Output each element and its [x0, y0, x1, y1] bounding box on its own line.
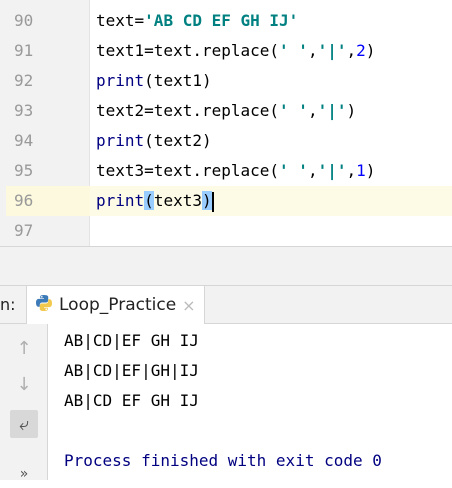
code-token: print	[96, 131, 145, 150]
code-line[interactable]: print(text3)	[96, 186, 214, 216]
code-token: (text2)	[144, 131, 212, 150]
console-line: AB|CD|EF GH IJ	[64, 331, 199, 350]
console-line: AB|CD|EF|GH|IJ	[64, 361, 199, 380]
code-token: text=	[96, 11, 145, 30]
scroll-up-icon[interactable]: ↑	[10, 334, 38, 362]
code-token: ,	[307, 101, 318, 120]
code-token: '|'	[317, 101, 347, 120]
line-number: 94	[14, 131, 34, 150]
text-caret	[211, 191, 214, 212]
exit-status-line: Process finished with exit code 0	[64, 451, 382, 470]
code-token: print	[96, 191, 145, 210]
code-token: 2	[356, 41, 366, 60]
code-line[interactable]: print(text1)	[96, 66, 212, 96]
code-token: text3	[153, 191, 202, 210]
line-number: 92	[14, 71, 34, 90]
python-icon	[35, 294, 53, 316]
code-token: ,	[307, 41, 318, 60]
line-number: 95	[14, 161, 34, 180]
run-toolbar: ↑ ↓ ⤶ »	[0, 324, 48, 482]
close-icon[interactable]: ×	[182, 296, 195, 315]
run-tool-window-header: n: Loop_Practice ×	[0, 286, 452, 324]
line-number: 96	[14, 191, 34, 210]
code-token: print	[96, 71, 145, 90]
code-line[interactable]: text1=text.replace(' ','|',2)	[96, 36, 375, 66]
code-token: )	[346, 101, 357, 120]
soft-wrap-icon[interactable]: ⤶	[10, 410, 38, 438]
code-token: ' '	[279, 161, 308, 180]
code-token: '|'	[317, 161, 347, 180]
code-token: )	[201, 191, 212, 210]
line-number: 90	[14, 11, 34, 30]
code-line[interactable]: text2=text.replace(' ','|')	[96, 96, 356, 126]
line-number: 97	[14, 221, 34, 240]
line-number: 91	[14, 41, 34, 60]
code-token: text3=text.replace(	[96, 161, 280, 180]
code-token: 1	[356, 161, 366, 180]
run-tab-loop-practice[interactable]: Loop_Practice ×	[26, 286, 205, 324]
code-token: (text1)	[144, 71, 212, 90]
code-token: ,	[346, 161, 357, 180]
code-line[interactable]: text='AB CD EF GH IJ'	[96, 6, 298, 36]
panel-divider[interactable]	[0, 246, 452, 286]
code-token: ,	[346, 41, 357, 60]
console-output[interactable]: AB|CD|EF GH IJ AB|CD|EF|GH|IJ AB|CD EF G…	[48, 324, 452, 480]
more-icon[interactable]: »	[10, 460, 38, 488]
run-window-label: n:	[0, 295, 16, 314]
code-token: ,	[307, 161, 318, 180]
scroll-down-icon[interactable]: ↓	[10, 370, 38, 398]
code-token: '|'	[317, 41, 347, 60]
code-line[interactable]: text3=text.replace(' ','|',1)	[96, 156, 375, 186]
line-number: 93	[14, 101, 34, 120]
code-token: ' '	[279, 41, 308, 60]
code-token: (	[144, 191, 154, 210]
code-token: text2=text.replace(	[96, 101, 280, 120]
code-token: text1=text.replace(	[96, 41, 280, 60]
code-token: )	[365, 41, 376, 60]
code-token: ' '	[279, 101, 308, 120]
code-token: )	[365, 161, 376, 180]
code-editor[interactable]: text='AB CD EF GH IJ' text1=text.replace(…	[6, 0, 452, 258]
code-token: 'AB CD EF GH IJ'	[144, 11, 299, 30]
run-tab-label: Loop_Practice	[59, 295, 177, 315]
code-line[interactable]: print(text2)	[96, 126, 212, 156]
console-line: AB|CD EF GH IJ	[64, 391, 199, 410]
